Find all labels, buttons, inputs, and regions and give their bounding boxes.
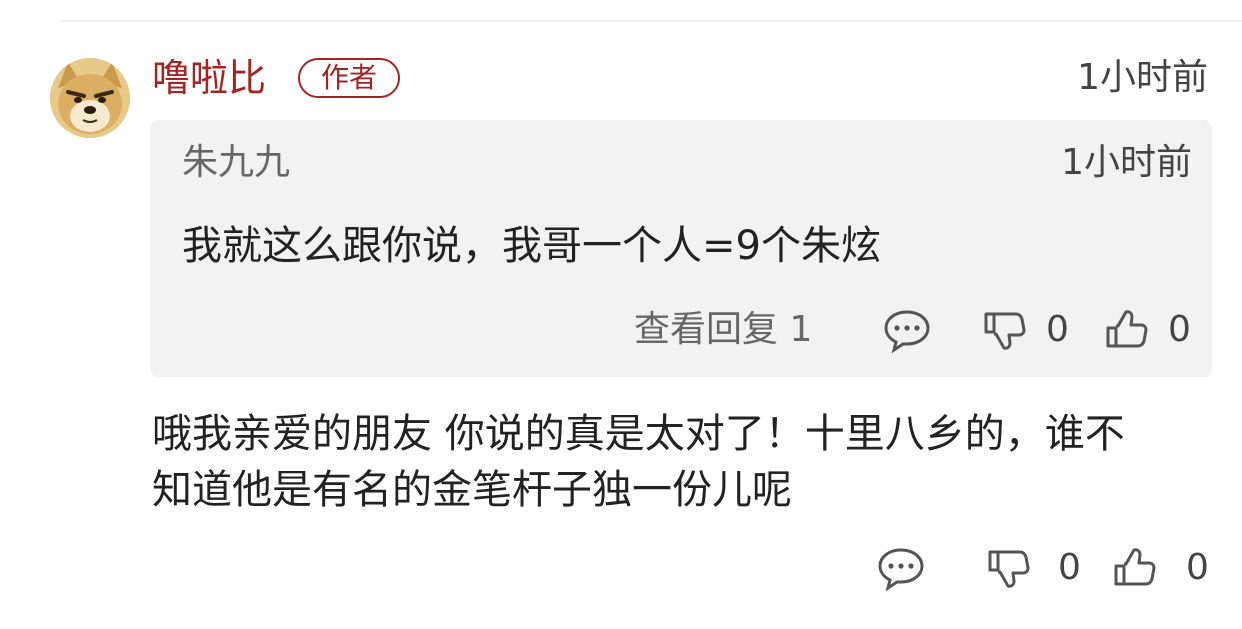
quoted-text: 我就这么跟你说，我哥一个人=9个朱炫 [182, 223, 881, 269]
comment-bubble-icon[interactable] [882, 306, 932, 354]
comment-timestamp: 1小时前 [1077, 57, 1208, 98]
view-replies-link[interactable]: 查看回复 1 [634, 306, 812, 354]
quoted-username[interactable]: 朱九九 [182, 140, 290, 186]
quoted-comment[interactable]: 朱九九 1小时前 我就这么跟你说，我哥一个人=9个朱炫 查看回复 1 0 0 [150, 120, 1212, 377]
comment-body: 哦我亲爱的朋友 你说的真是太对了！十里八乡的，谁不知道他是有名的金笔杆子独一份儿… [152, 411, 1125, 513]
comment-username[interactable]: 噜啦比 [152, 54, 266, 102]
quoted-timestamp: 1小时前 [1061, 142, 1192, 183]
quoted-like-count: 0 [1168, 309, 1191, 350]
thumbs-up-icon[interactable] [1112, 546, 1156, 590]
author-badge: 作者 [298, 58, 400, 98]
quoted-actions: 查看回复 1 0 0 [150, 306, 1212, 354]
thumbs-down-icon[interactable] [982, 308, 1026, 352]
avatar[interactable] [50, 58, 130, 138]
thumbs-up-icon[interactable] [1104, 308, 1148, 352]
comment-bubble-icon[interactable] [876, 544, 926, 592]
comment-dislike-count: 0 [1058, 547, 1081, 588]
comment-actions: 0 0 [0, 544, 1242, 594]
thumbs-down-icon[interactable] [986, 546, 1030, 590]
comment-like-count: 0 [1186, 547, 1209, 588]
quoted-dislike-count: 0 [1046, 309, 1069, 350]
top-divider [60, 20, 1242, 22]
